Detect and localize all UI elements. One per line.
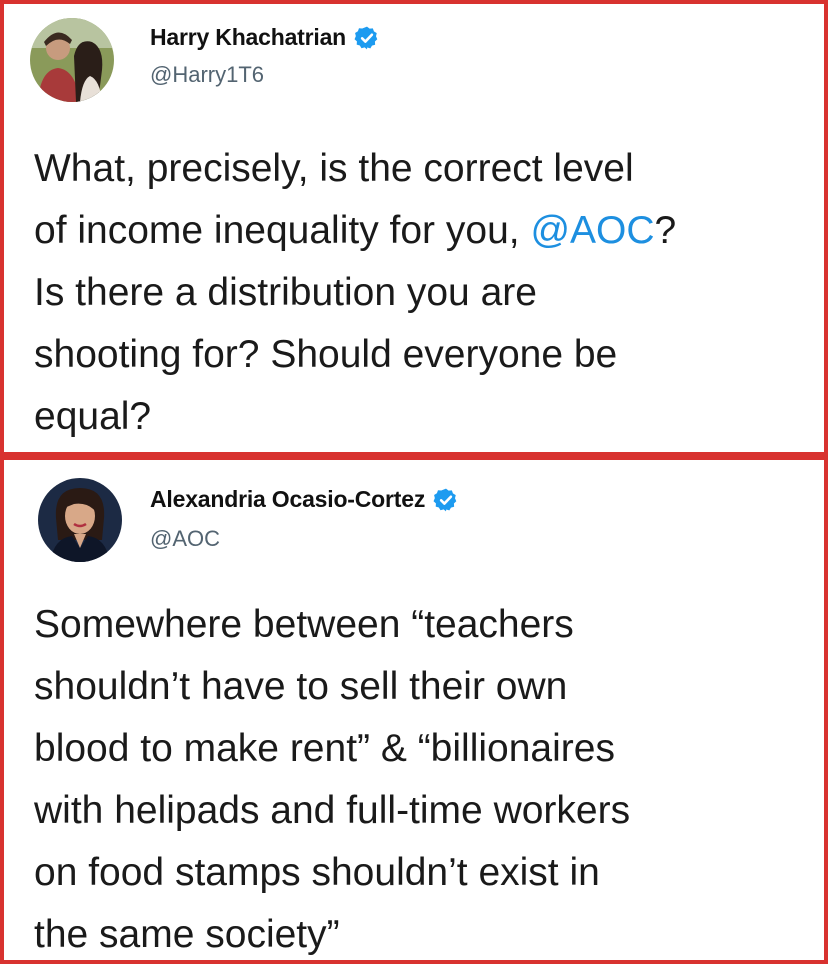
profile-photo-woman-icon <box>38 478 122 562</box>
author-handle[interactable]: @Harry1T6 <box>150 62 264 88</box>
tweet-text: What, precisely, is the correct level of… <box>34 138 804 448</box>
profile-photo-couple-icon <box>30 18 114 102</box>
tweet-card-aoc[interactable]: Alexandria Ocasio-Cortez @AOC Somewhere … <box>0 452 828 964</box>
author-name[interactable]: Alexandria Ocasio-Cortez <box>150 486 425 513</box>
tweet-text: Somewhere between “teachers shouldn’t ha… <box>34 603 631 956</box>
avatar[interactable] <box>30 18 114 102</box>
mention-link[interactable]: @AOC <box>530 209 654 252</box>
avatar[interactable] <box>38 478 122 562</box>
verified-badge-icon <box>354 26 378 49</box>
verified-badge-icon <box>433 488 457 511</box>
author-name-row: Harry Khachatrian <box>150 24 380 51</box>
author-handle[interactable]: @AOC <box>150 526 220 552</box>
author-name[interactable]: Harry Khachatrian <box>150 24 346 51</box>
tweet-card-harry[interactable]: Harry Khachatrian @Harry1T6 What, precis… <box>0 0 828 452</box>
author-name-row: Alexandria Ocasio-Cortez <box>150 486 459 513</box>
